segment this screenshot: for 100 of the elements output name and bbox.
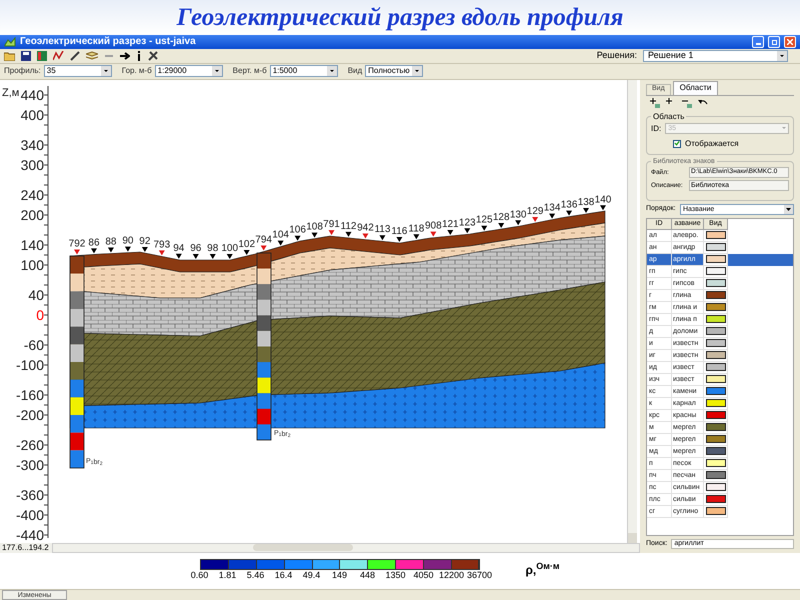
axis-tick-label: -360 [16, 486, 44, 503]
station-label: 108 [306, 221, 323, 232]
axis-tick-label: -60 [24, 336, 44, 353]
minimize-button[interactable] [752, 36, 764, 48]
station-label: 102 [238, 238, 256, 250]
scale-label: 49.4 [302, 570, 322, 580]
station-label: 125 [476, 214, 493, 226]
remove-icon[interactable] [682, 98, 692, 108]
station-label: 130 [510, 208, 526, 220]
station-marker-icon [481, 225, 488, 230]
add-icon[interactable] [650, 98, 660, 108]
station-label: 134 [544, 202, 560, 214]
station-label: 100 [221, 242, 238, 254]
scale-label: 149 [330, 570, 348, 580]
station-marker-icon [176, 253, 182, 258]
station-marker-icon [413, 234, 420, 239]
station-label: 106 [289, 224, 306, 236]
grid-icon[interactable] [37, 50, 47, 61]
scrollbar[interactable] [52, 542, 640, 553]
axis-tick-label: 40 [28, 286, 44, 303]
station-label: 136 [560, 199, 578, 210]
station-label: 794 [255, 234, 272, 246]
axis-tick-label: 300 [20, 156, 44, 173]
app-icon [4, 37, 16, 48]
dropdown[interactable]: 1:29000 [154, 65, 223, 78]
scale-label: 1.81 [218, 570, 238, 580]
station-label: 138 [578, 196, 594, 208]
station-label: 123 [458, 216, 476, 228]
arrow-icon[interactable] [120, 50, 130, 61]
station-marker-icon [294, 235, 301, 240]
field-label: Гор. м-б [122, 65, 152, 78]
curve-icon[interactable] [53, 50, 64, 61]
axis-tick-label: -200 [16, 406, 44, 423]
scale-label: 36700 [466, 570, 493, 580]
dropdown[interactable]: Полностью [365, 65, 424, 78]
scale-label: 1350 [384, 570, 406, 580]
axis-title: Z,м [2, 86, 20, 99]
station-label: 104 [272, 229, 289, 240]
station-marker-icon [312, 232, 318, 238]
station-label: 128 [492, 212, 510, 223]
station-label: 792 [68, 238, 86, 250]
station-label: 793 [154, 239, 170, 250]
restore-button[interactable] [768, 36, 780, 48]
range-label: 177.6...194.2 [1, 544, 50, 552]
scale-label: 448 [358, 570, 376, 580]
group-title: Область [652, 110, 686, 123]
scale-label: 12200 [438, 570, 465, 580]
close-button[interactable] [784, 36, 796, 48]
layers-icon[interactable] [86, 50, 98, 61]
window-title: Геоэлектрический разрез - ust-jaiva [20, 37, 196, 48]
field-label: Верт. м-б [232, 65, 267, 78]
axis-tick-label: -440 [16, 526, 44, 543]
slide-title: Геоэлектрический разрез вдоль профиля [176, 5, 624, 30]
axis-tick-label: 200 [20, 206, 44, 223]
axis-tick-label: 140 [20, 236, 44, 253]
station-marker-icon [549, 213, 556, 218]
dropdown[interactable]: 35 [44, 65, 112, 78]
field-label: ID: [651, 122, 662, 135]
scale-label: 4050 [412, 570, 434, 580]
station-marker-icon [498, 222, 504, 228]
station-marker-icon [566, 210, 572, 216]
scrollbar[interactable] [627, 80, 637, 543]
pencil-icon[interactable] [70, 50, 80, 61]
caret-icon [777, 50, 787, 61]
checkbox[interactable] [673, 140, 681, 148]
axis-tick-label: -100 [16, 356, 44, 373]
station-label: 116 [391, 226, 408, 237]
station-marker-icon [515, 220, 522, 225]
station-label: 791 [323, 218, 340, 230]
station-marker-icon [210, 254, 216, 259]
scale-label: 0.60 [190, 570, 210, 580]
axis-tick-label: 240 [20, 186, 44, 203]
field-label: Вид [348, 65, 362, 78]
close-icon [787, 39, 793, 46]
station-marker-icon [260, 245, 267, 250]
station-label: 86 [88, 237, 100, 248]
axis-tick-label: -400 [16, 506, 44, 523]
station-label: 98 [207, 242, 218, 254]
solution-dropdown[interactable]: Решение 1 [643, 50, 788, 62]
station-label: 121 [442, 218, 459, 230]
axis-tick-label: -300 [16, 456, 44, 473]
axis-tick-label: 0 [36, 306, 44, 323]
axis-tick-label: -160 [16, 386, 44, 403]
station-marker-icon [278, 240, 284, 246]
station-label: 88 [105, 236, 116, 248]
info-icon[interactable] [136, 50, 142, 61]
dropdown[interactable]: 1:5000 [270, 65, 338, 78]
tab[interactable]: Области [672, 80, 718, 95]
caret-icon [212, 66, 222, 76]
station-label: 942 [357, 222, 374, 234]
station-marker-icon [379, 234, 386, 240]
station-marker-icon [362, 233, 368, 238]
station-label: 129 [526, 206, 544, 217]
axis-tick-label: 400 [20, 106, 44, 123]
caret-icon [412, 66, 422, 76]
field-label: Решения: [596, 49, 637, 62]
station-marker-icon [396, 236, 402, 242]
save-icon[interactable] [21, 50, 31, 61]
axis-tick-label: -260 [16, 436, 44, 453]
axis-tick-label: 340 [20, 136, 44, 153]
